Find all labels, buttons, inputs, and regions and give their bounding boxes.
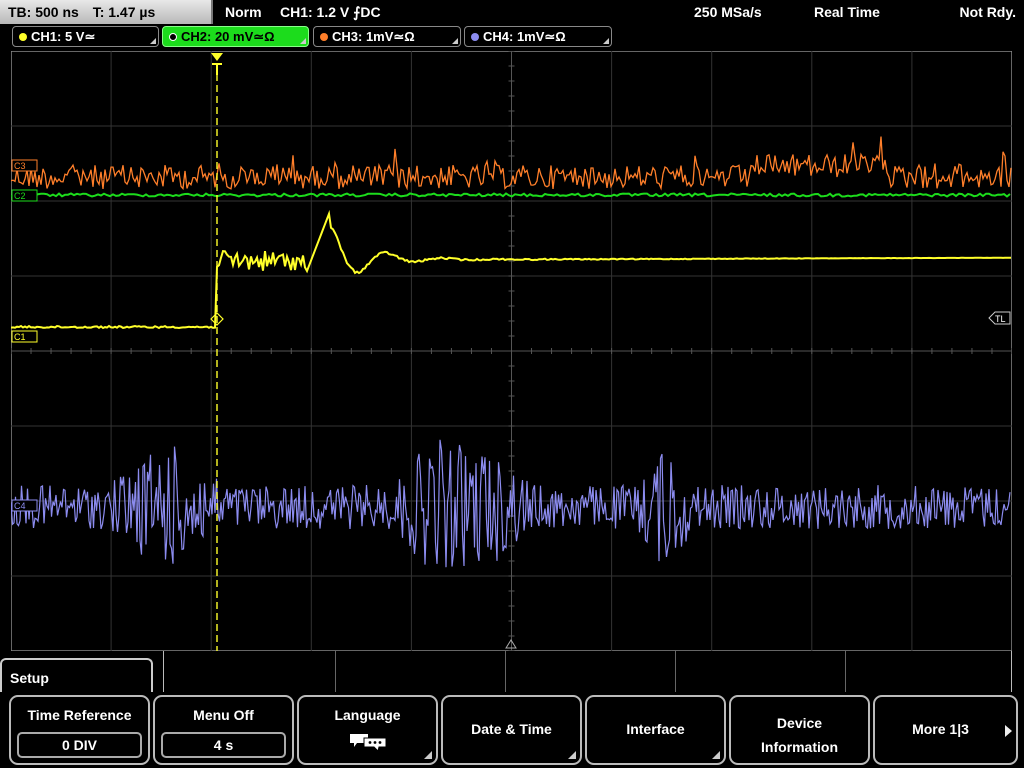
channel-tab-ch3[interactable]: CH3: 1mV≃Ω [313, 26, 461, 47]
ch1-color-dot [19, 33, 27, 41]
ch1-marker-label: C1 [14, 332, 26, 342]
language-softkey[interactable]: Language [297, 695, 438, 765]
timebase-box[interactable]: TB: 500 ns T: 1.47 µs [0, 0, 213, 24]
menu-off-softkey[interactable]: Menu Off 4 s [153, 695, 294, 765]
trigger-mode[interactable]: Norm [225, 0, 262, 24]
ch4-marker[interactable]: C4 [11, 499, 38, 512]
device-information-softkey[interactable]: Device Information [729, 695, 870, 765]
ch2-color-dot [169, 33, 177, 41]
interface-label: Interface [626, 721, 685, 737]
ch3-color-dot [320, 33, 328, 41]
language-label: Language [334, 707, 401, 723]
menu-off-label: Menu Off [193, 707, 254, 723]
channel-tab-ch2[interactable]: CH2: 20 mV≃Ω [162, 26, 309, 47]
timebase-value: TB: 500 ns [8, 4, 79, 20]
ch1-menu-corner-icon [150, 38, 156, 44]
acquisition-state: Not Rdy. [959, 4, 1016, 20]
channel-tab-ch4[interactable]: CH4: 1mV≃Ω [464, 26, 612, 47]
ch1-marker[interactable]: C1 [11, 330, 38, 343]
date-time-label: Date & Time [471, 721, 552, 737]
sample-rate: 250 MSa/s [694, 4, 762, 20]
menu-off-value: 4 s [161, 732, 286, 758]
ch2-label: CH2: 20 mV≃Ω [181, 29, 275, 44]
ch1-label: CH1: 5 V≃ [31, 29, 96, 44]
time-reference-label: Time Reference [27, 707, 132, 723]
more-softkey[interactable]: More 1|3 [873, 695, 1018, 765]
waveform-display[interactable]: C3 C2 C1 C4 TL [11, 51, 1012, 651]
ch3-marker[interactable]: C3 [11, 159, 38, 172]
time-reference-value: 0 DIV [17, 732, 142, 758]
interface-softkey[interactable]: Interface [585, 695, 726, 765]
channel-tabs: CH1: 5 V≃ CH2: 20 mV≃Ω CH3: 1mV≃Ω CH4: 1… [0, 26, 1024, 48]
menu-info-area [163, 651, 1012, 693]
trigger-time-value: T: 1.47 µs [92, 4, 156, 20]
acquisition-mode: Real Time [814, 4, 880, 20]
device-information-line1: Device [776, 715, 823, 731]
channel-tab-ch1[interactable]: CH1: 5 V≃ [12, 26, 159, 47]
ch4-menu-corner-icon [603, 38, 609, 44]
device-information-line2: Information [761, 739, 838, 755]
ch3-label: CH3: 1mV≃Ω [332, 29, 415, 44]
speech-bubbles-icon [349, 734, 386, 751]
softkey-bar: Time Reference 0 DIV Menu Off 4 s Langua… [0, 692, 1024, 768]
status-bar: TB: 500 ns T: 1.47 µs Norm CH1: 1.2 V ⨍D… [0, 0, 1024, 24]
ch2-marker-label: C2 [14, 191, 26, 201]
ch2-menu-corner-icon [300, 38, 306, 44]
info-divider-3 [675, 651, 676, 692]
ch4-label: CH4: 1mV≃Ω [483, 29, 566, 44]
trigger-info[interactable]: CH1: 1.2 V ⨍DC [280, 0, 381, 24]
device-information-label: Device Information [731, 711, 868, 759]
language-submenu-corner-icon [424, 751, 432, 759]
info-divider-1 [335, 651, 336, 692]
trigger-level-label: TL [995, 314, 1006, 324]
date-time-softkey[interactable]: Date & Time [441, 695, 582, 765]
ch4-marker-label: C4 [14, 501, 26, 511]
ch2-marker[interactable]: C2 [11, 189, 38, 202]
info-divider-4 [845, 651, 846, 692]
time-reference-softkey[interactable]: Time Reference 0 DIV [9, 695, 150, 765]
info-divider-2 [505, 651, 506, 692]
ch3-marker-label: C3 [14, 161, 26, 171]
ch4-color-dot [471, 33, 479, 41]
more-label: More 1|3 [912, 721, 969, 737]
interface-submenu-corner-icon [712, 751, 720, 759]
more-arrow-icon [1005, 725, 1012, 737]
ch3-menu-corner-icon [452, 38, 458, 44]
date-time-submenu-corner-icon [568, 751, 576, 759]
